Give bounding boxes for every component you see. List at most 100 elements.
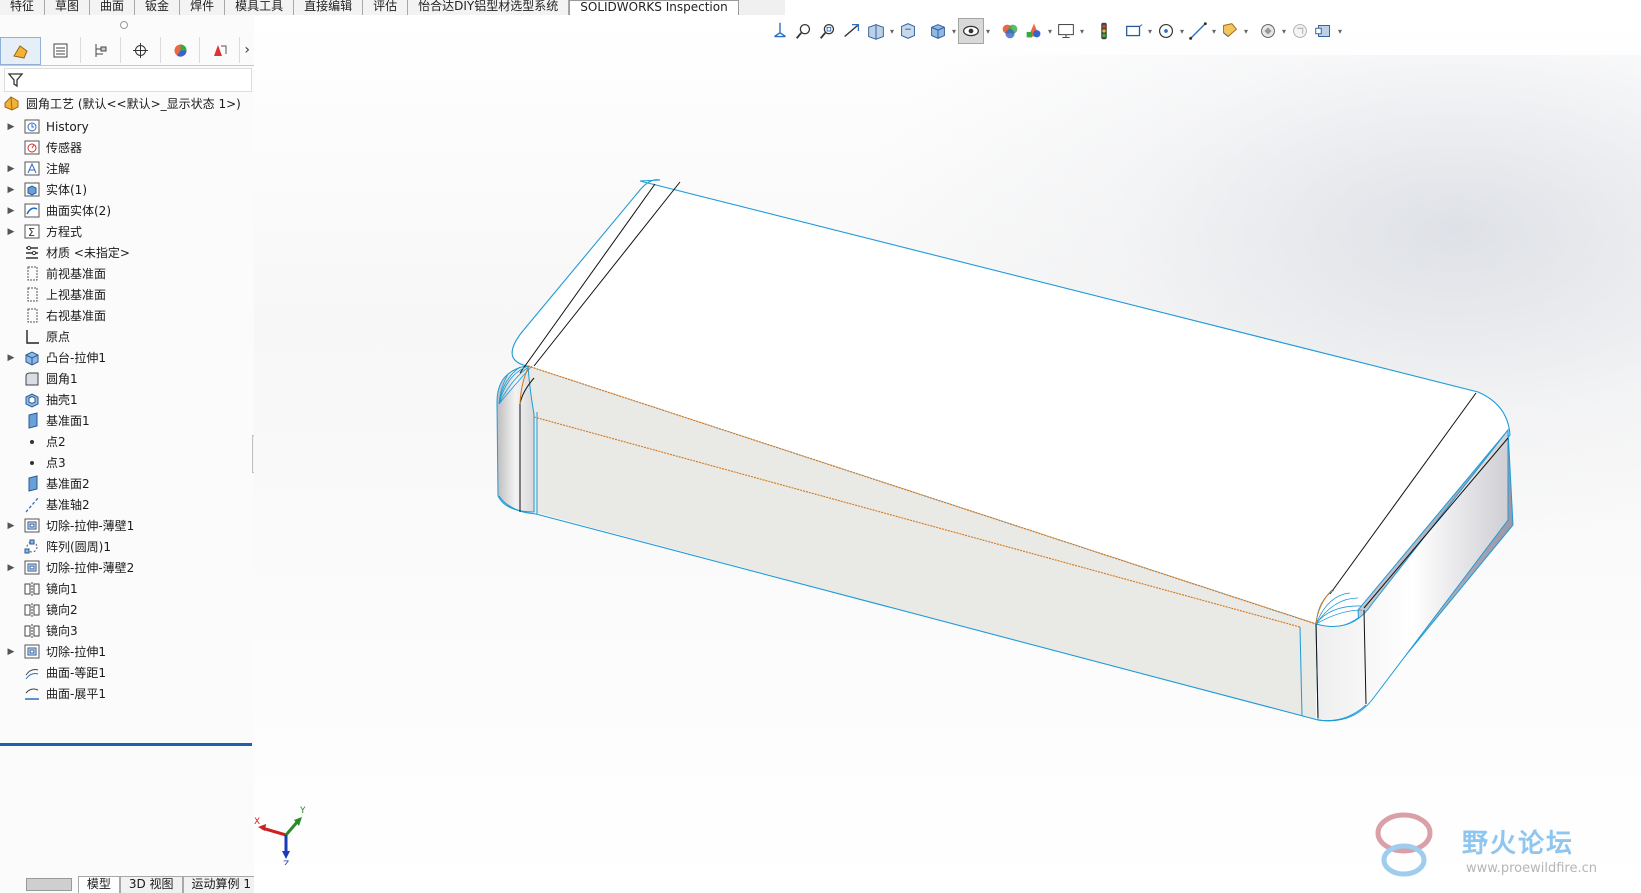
3d-sketch-icon[interactable] [1288, 19, 1312, 43]
panel-tab-dimxpert-manager[interactable] [121, 37, 161, 63]
view-settings-icon[interactable] [1092, 19, 1116, 43]
tree-item[interactable]: 点2 [0, 431, 254, 452]
expand-arrow-icon[interactable]: ▶ [0, 521, 22, 531]
dropdown-arrow-icon[interactable]: ▾ [1336, 27, 1344, 36]
dropdown-arrow-icon[interactable]: ▾ [1210, 27, 1218, 36]
tree-root-part[interactable]: 圆角工艺 (默认<<默认>_显示状态 1>) [2, 93, 241, 113]
graphics-viewport[interactable]: ▾ ▾ ▾ ▾ ▾ ▾ ▾ ▾ ▾ ▾ ▾ X Y Z 野火论坛 www.proewildfire.… [254, 15, 1641, 893]
panel-tab-cam-manager[interactable] [200, 37, 241, 63]
expand-arrow-icon[interactable]: ▶ [0, 122, 22, 132]
command-tab[interactable]: 特征 [0, 0, 46, 15]
display-style-icon[interactable] [958, 18, 984, 44]
tree-item[interactable]: 镜向1 [0, 578, 254, 599]
tree-item[interactable]: 抽壳1 [0, 389, 254, 410]
tab-scroll-buttons[interactable] [26, 878, 72, 891]
tree-item[interactable]: ▶ History [0, 116, 254, 137]
dropdown-arrow-icon[interactable]: ▾ [1078, 27, 1086, 36]
panel-tab-feature-manager[interactable] [0, 37, 41, 65]
annotation-icon [22, 160, 42, 178]
zoom-to-fit-icon[interactable] [792, 19, 816, 43]
part-model[interactable] [254, 15, 1641, 893]
expand-arrow-icon[interactable]: ▶ [0, 647, 22, 657]
tree-item[interactable]: 基准轴2 [0, 494, 254, 515]
dropdown-arrow-icon[interactable]: ▾ [984, 27, 992, 36]
command-tab[interactable]: 怡合达DIY铝型材选型系统 [408, 0, 570, 15]
previous-view-icon[interactable] [840, 19, 864, 43]
expand-arrow-icon[interactable]: ▶ [0, 227, 22, 237]
panel-grip-icon[interactable] [120, 21, 128, 29]
command-tab[interactable]: 草图 [45, 0, 91, 15]
expand-arrow-icon[interactable]: ▶ [0, 164, 22, 174]
expand-arrow-icon[interactable]: ▶ [0, 353, 22, 363]
dropdown-arrow-icon[interactable]: ▾ [1178, 27, 1186, 36]
panel-tab-property-manager[interactable] [41, 37, 81, 63]
command-tab[interactable]: 焊件 [180, 0, 226, 15]
panel-more-button[interactable]: › [240, 37, 254, 63]
expand-arrow-icon[interactable]: ▶ [0, 206, 22, 216]
tree-item[interactable]: 镜向3 [0, 620, 254, 641]
reference-triad: X Y Z [254, 806, 306, 865]
tree-item[interactable]: ▶ 切除-拉伸1 [0, 641, 254, 662]
tree-item[interactable]: 基准面1 [0, 410, 254, 431]
tree-item[interactable]: 曲面-展平1 [0, 683, 254, 704]
apply-scene-icon[interactable] [1054, 19, 1078, 43]
dynamic-annotation-icon[interactable] [896, 19, 920, 43]
dropdown-arrow-icon[interactable]: ▾ [950, 27, 958, 36]
dropdown-arrow-icon[interactable]: ▾ [1242, 27, 1250, 36]
flatten-surface-icon [22, 685, 42, 703]
tree-item[interactable]: ▶ 实体(1) [0, 179, 254, 200]
tree-item[interactable]: 圆角1 [0, 368, 254, 389]
sketch-relations-icon[interactable] [1154, 19, 1178, 43]
tree-item[interactable]: ▶ 切除-拉伸-薄壁1 [0, 515, 254, 536]
dropdown-arrow-icon[interactable]: ▾ [1046, 27, 1054, 36]
tree-item[interactable]: 曲面-等距1 [0, 662, 254, 683]
command-tab[interactable]: 曲面 [90, 0, 136, 15]
tree-item[interactable]: 前视基准面 [0, 263, 254, 284]
tree-item[interactable]: 阵列(圆周)1 [0, 536, 254, 557]
command-tab[interactable]: 钣金 [135, 0, 181, 15]
panel-tab-configuration-manager[interactable] [81, 37, 121, 63]
tree-item[interactable]: 基准面2 [0, 473, 254, 494]
display-pane-icon[interactable] [1344, 19, 1368, 43]
filter-icon[interactable] [6, 70, 26, 90]
line-icon[interactable] [1218, 19, 1242, 43]
rollback-bar[interactable] [0, 743, 252, 746]
edit-appearance-icon[interactable] [1022, 19, 1046, 43]
command-tab[interactable]: 直接编辑 [294, 0, 364, 15]
command-tab[interactable]: 模具工具 [225, 0, 295, 15]
command-tab[interactable]: 评估 [363, 0, 409, 15]
tree-item[interactable]: 上视基准面 [0, 284, 254, 305]
tree-item[interactable]: 原点 [0, 326, 254, 347]
bottom-tab[interactable]: 模型 [77, 876, 120, 893]
tree-item[interactable]: 材质 <未指定> [0, 242, 254, 263]
tree-item[interactable]: ▶ 切除-拉伸-薄壁2 [0, 557, 254, 578]
view-orientation-cube-icon[interactable] [926, 19, 950, 43]
hide-show-items-icon[interactable] [998, 19, 1022, 43]
expand-arrow-icon[interactable]: ▶ [0, 185, 22, 195]
view-orientation-icon[interactable] [768, 19, 792, 43]
tree-filter-box[interactable] [4, 68, 252, 92]
tree-item[interactable]: ▶ 注解 [0, 158, 254, 179]
panel-tab-display-manager[interactable] [161, 37, 201, 63]
section-view-icon[interactable] [864, 19, 888, 43]
realview-icon[interactable] [1122, 19, 1146, 43]
dropdown-arrow-icon[interactable]: ▾ [1146, 27, 1154, 36]
tree-item-label: 阵列(圆周)1 [46, 540, 111, 554]
tree-item[interactable]: 点3 [0, 452, 254, 473]
bottom-tab[interactable]: 运动算例 1 [182, 876, 260, 893]
dropdown-arrow-icon[interactable]: ▾ [888, 27, 896, 36]
zoom-to-area-icon[interactable] [816, 19, 840, 43]
dropdown-arrow-icon[interactable]: ▾ [1280, 27, 1288, 36]
tree-item[interactable]: ▶ Σ 方程式 [0, 221, 254, 242]
command-tab[interactable]: SOLIDWORKS Inspection [569, 0, 739, 16]
bottom-tab[interactable]: 3D 视图 [119, 876, 183, 893]
rebuild-icon[interactable] [1256, 19, 1280, 43]
hide-show-circle-icon[interactable] [1186, 19, 1210, 43]
component-icon[interactable] [1312, 19, 1336, 43]
tree-item[interactable]: 右视基准面 [0, 305, 254, 326]
tree-item[interactable]: ▶ 凸台-拉伸1 [0, 347, 254, 368]
tree-item[interactable]: 镜向2 [0, 599, 254, 620]
expand-arrow-icon[interactable]: ▶ [0, 563, 22, 573]
tree-item[interactable]: ▶ 曲面实体(2) [0, 200, 254, 221]
tree-item[interactable]: 传感器 [0, 137, 254, 158]
